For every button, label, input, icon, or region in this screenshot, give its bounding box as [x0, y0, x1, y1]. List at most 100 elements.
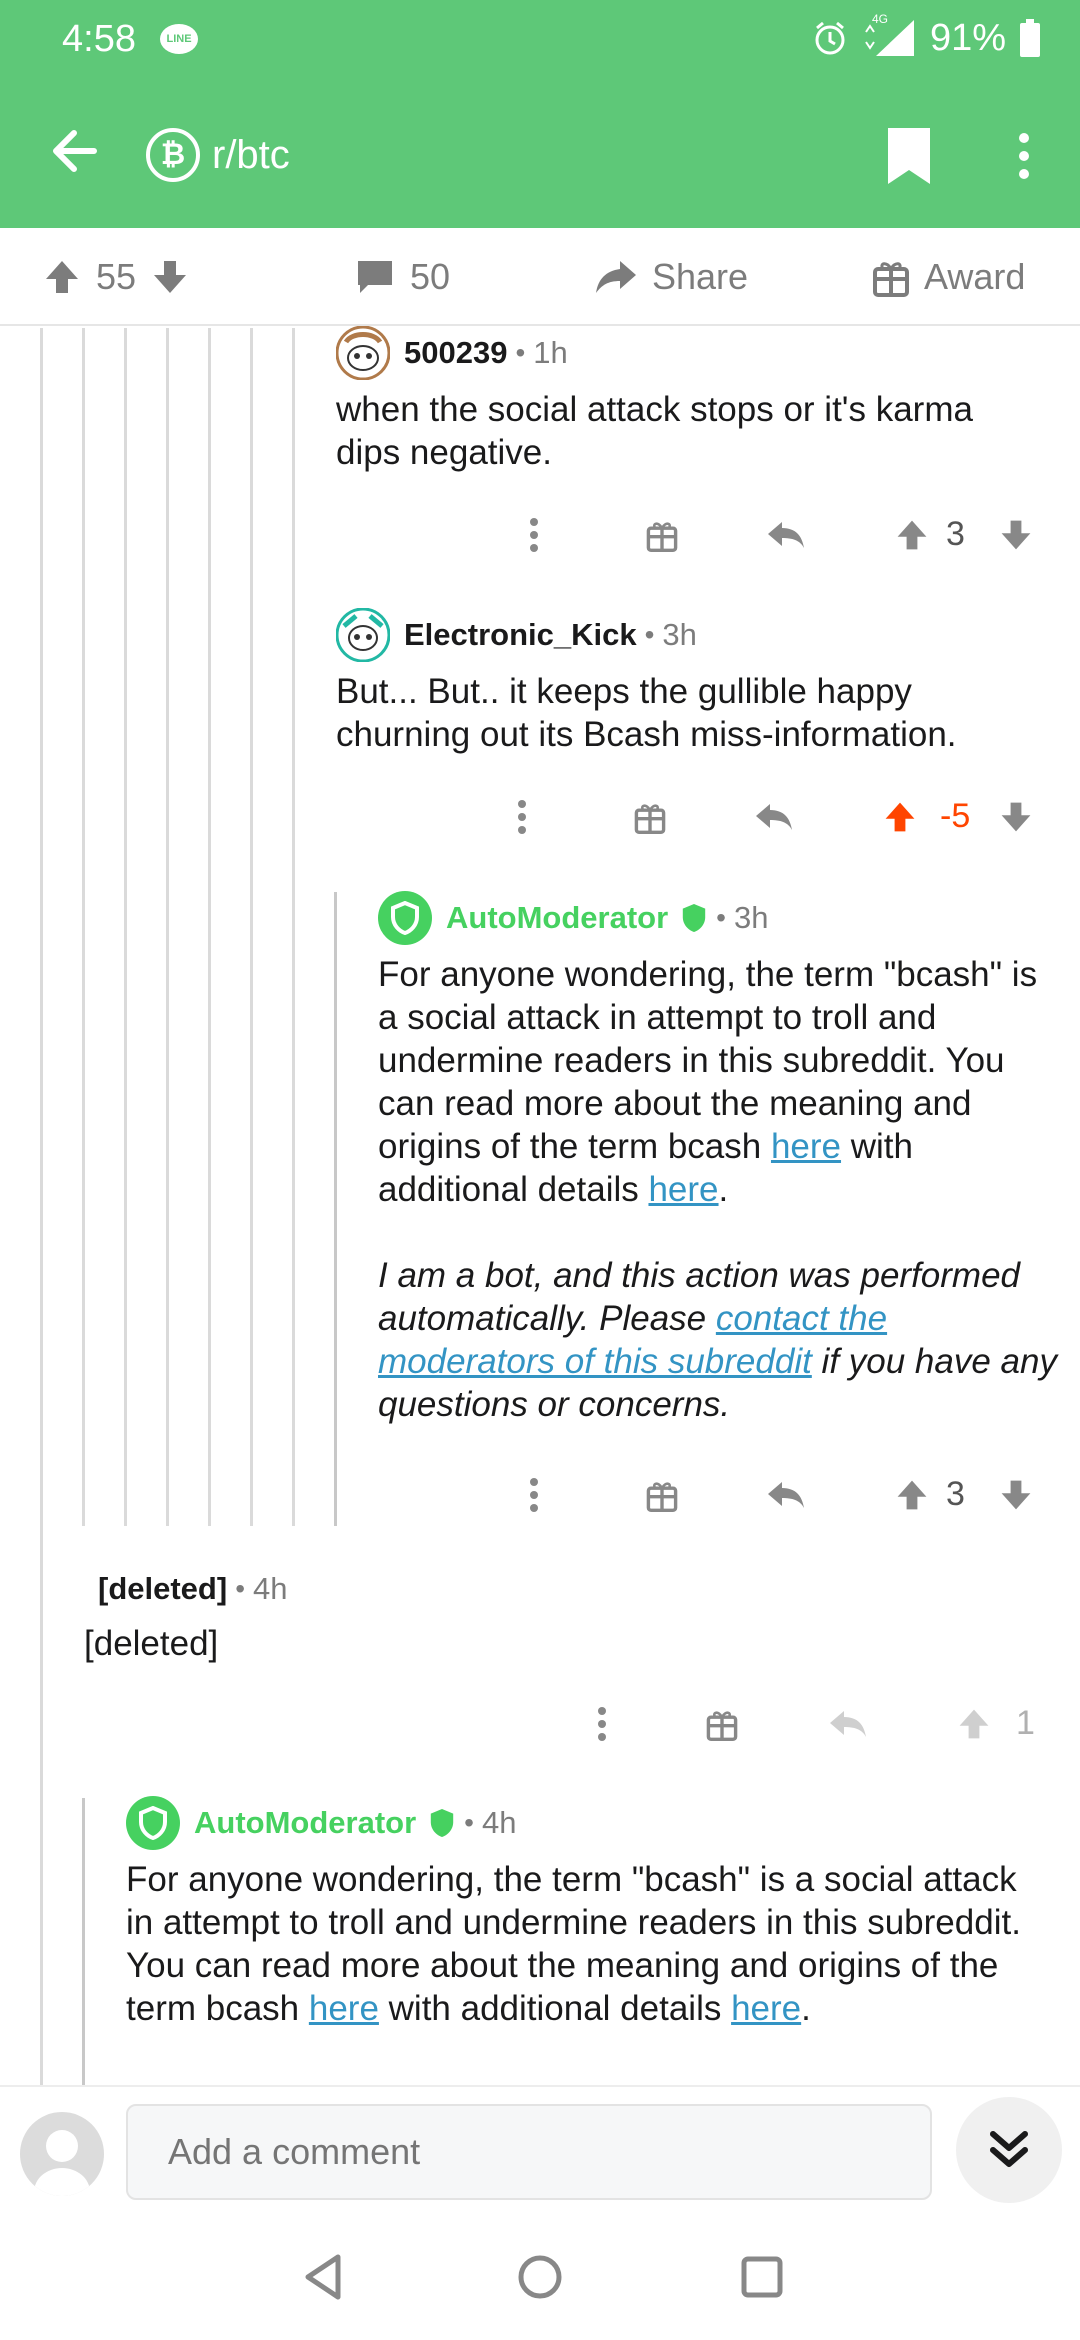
gift-icon [873, 262, 909, 297]
gift-icon[interactable] [640, 1473, 684, 1517]
comment-body: But... But.. it keeps the gullible happy… [336, 672, 957, 754]
comment-more-icon[interactable] [500, 795, 544, 839]
user-avatar[interactable] [20, 2112, 104, 2196]
gift-icon[interactable] [640, 513, 684, 557]
battery-icon [1020, 19, 1040, 57]
snoo-avatar-icon [336, 326, 390, 380]
post-vote: 55 [42, 228, 190, 326]
comment-more-icon[interactable] [512, 513, 556, 557]
nav-recents-icon[interactable] [732, 2247, 792, 2307]
upvote-icon[interactable] [42, 257, 82, 297]
inline-link[interactable]: here [731, 1989, 801, 2028]
nav-back-icon[interactable] [294, 2247, 354, 2307]
comment-icon [358, 261, 392, 293]
subreddit-name[interactable]: r/btc [212, 128, 290, 182]
app-bar: ₿ r/btc [0, 78, 1080, 228]
nav-home-icon[interactable] [510, 2247, 570, 2307]
bookmark-icon[interactable] [884, 126, 934, 186]
avatar[interactable] [378, 891, 432, 945]
inline-link[interactable]: here [648, 1170, 718, 1209]
status-time: 4:58 [62, 18, 136, 60]
double-chevron-down-icon [990, 2131, 1028, 2167]
battery-percent: 91% [929, 16, 1006, 59]
upvote-icon[interactable] [890, 1473, 934, 1517]
downvote-icon[interactable] [994, 795, 1038, 839]
comment-more-icon[interactable] [580, 1702, 624, 1746]
gift-icon[interactable] [700, 1702, 744, 1746]
reply-icon[interactable] [764, 513, 808, 557]
comment: AutoModerator • 4h For anyone wondering,… [126, 1796, 1046, 2030]
comment: AutoModerator • 3h For anyone wondering,… [378, 891, 1068, 1426]
comment-count: 50 [410, 256, 451, 297]
award-label: Award [924, 256, 1026, 297]
comment-body: For anyone wondering, the term "bcash" i… [126, 1860, 1021, 2028]
inline-link[interactable]: here [309, 1989, 379, 2028]
share-label: Share [652, 256, 749, 297]
shield-icon [139, 1806, 167, 1840]
comment-composer-bar [0, 2085, 1080, 2215]
comment-actions: -5 [500, 787, 1060, 847]
award-button[interactable]: Award [872, 228, 1025, 326]
comment-meta: 500239 • 1h [336, 326, 1056, 380]
comment: 500239 • 1h when the social attack stops… [336, 326, 1056, 474]
add-comment-input[interactable] [126, 2104, 932, 2200]
comment-meta: AutoModerator • 3h [378, 891, 1068, 945]
comment-time: 3h [733, 900, 769, 935]
avatar[interactable] [126, 1796, 180, 1850]
share-icon [596, 261, 636, 293]
alarm-icon [815, 21, 845, 55]
comment-body: when the social attack stops or it's kar… [336, 390, 973, 472]
downvote-icon[interactable] [994, 513, 1038, 557]
comment-actions: 1 [580, 1694, 1060, 1754]
system-nav-bar [0, 2215, 1080, 2340]
inline-link[interactable]: here [771, 1127, 841, 1166]
comments-button[interactable]: 50 [354, 228, 450, 326]
comment-meta: AutoModerator • 4h [126, 1796, 1046, 1850]
upvote-icon[interactable] [890, 513, 934, 557]
comment-more-icon[interactable] [512, 1473, 556, 1517]
comment-username[interactable]: AutoModerator [194, 1805, 416, 1841]
comment-username[interactable]: Electronic_Kick [404, 617, 637, 653]
comment-actions: 3 [500, 505, 1060, 565]
gift-icon[interactable] [628, 795, 672, 839]
comment-score: 3 [946, 1475, 965, 1513]
comment-score: 1 [1016, 1704, 1035, 1742]
status-icons: 4G 91% [812, 12, 1040, 60]
comment-body: For anyone wondering, the term "bcash" i… [378, 955, 1038, 1209]
snoo-avatar-icon [336, 608, 390, 662]
comment-time: 4h [481, 1805, 517, 1840]
upvote-icon-active[interactable] [878, 795, 922, 839]
back-arrow-icon[interactable] [44, 121, 104, 181]
comment-bot-note: I am a bot, and this action was performe… [378, 1256, 1057, 1424]
post-action-bar: 55 50 Share Award [0, 228, 1080, 326]
profile-icon [34, 2130, 90, 2196]
comment-meta: [deleted] • 4h [98, 1571, 288, 1606]
reply-icon[interactable] [752, 795, 796, 839]
status-bar: 4:58 LINE 4G 91% [0, 0, 1080, 78]
avatar[interactable] [336, 608, 390, 662]
avatar[interactable] [336, 326, 390, 380]
signal-icon: 4G [862, 12, 916, 58]
comment-score: -5 [940, 797, 971, 835]
downvote-icon[interactable] [994, 1473, 1038, 1517]
upvote-icon-disabled [952, 1702, 996, 1746]
comment-username: [deleted] [98, 1571, 228, 1606]
share-button[interactable]: Share [594, 228, 748, 326]
comment-actions: 3 [500, 1465, 1060, 1525]
bitcoin-icon[interactable]: ₿ [146, 128, 200, 182]
comment-time: 3h [662, 617, 697, 652]
comment-username[interactable]: 500239 [404, 335, 507, 371]
line-app-icon: LINE [160, 24, 198, 54]
comment: Electronic_Kick • 3h But... But.. it kee… [336, 608, 1056, 756]
downvote-icon[interactable] [150, 257, 190, 297]
moderator-shield-icon [682, 904, 706, 932]
comment-username[interactable]: AutoModerator [446, 900, 668, 936]
reply-icon[interactable] [764, 1473, 808, 1517]
post-score: 55 [96, 256, 137, 297]
more-options-icon[interactable] [1004, 126, 1044, 186]
jump-down-button[interactable] [956, 2097, 1062, 2203]
comment: [deleted] • 4h [deleted] [84, 1562, 984, 1665]
comment-time: 1h [533, 335, 568, 370]
network-type: 4G [871, 12, 888, 26]
moderator-shield-icon [430, 1809, 454, 1837]
